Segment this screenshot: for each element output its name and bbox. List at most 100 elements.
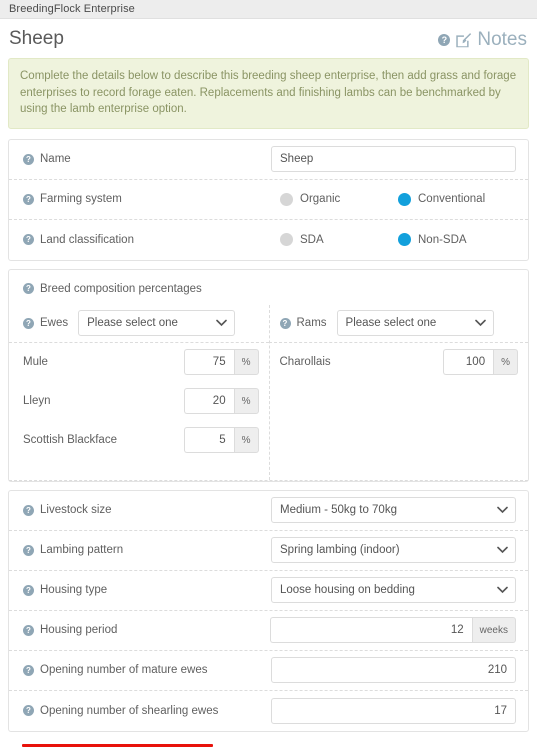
ewes-breed-select[interactable]: Please select one [78,310,236,336]
rams-select-row: ? Rams Please select one [268,305,528,343]
name-control [271,146,516,172]
lambing-pattern-select-wrap: Spring lambing (indoor) [271,537,516,563]
row-land-classification: ? Land classification SDA Non-SDA [9,220,528,260]
opening-shearling-ewes-input[interactable] [271,697,516,724]
rams-label-group: ? Rams [279,317,327,329]
ewes-breed-list: Mule % Lleyn % Scottish Blackface [9,343,269,480]
section-divider [9,479,528,481]
radio-non-sda-label: Non-SDA [418,233,467,246]
farming-system-radios: Organic Conventional [280,192,516,206]
row-opening-mature-ewes: ? Opening number of mature ewes [9,651,528,691]
breed-column-rams: ? Rams Please select one Charollais 100 … [268,305,529,480]
housing-type-select[interactable]: Loose housing on bedding [271,577,516,603]
page-header: Sheep ? Notes [0,19,537,56]
breed-percent-input[interactable] [443,349,494,375]
housing-type-control: Loose housing on bedding [271,577,516,603]
breed-composition-grid: ? Ewes Please select one Mule 75 % Lleyn… [9,304,529,480]
housing-period-group: weeks [269,617,516,643]
name-input[interactable] [271,146,516,172]
lambing-pattern-select[interactable]: Spring lambing (indoor) [271,537,516,563]
breadcrumb: BreedingFlock Enterprise [9,3,135,15]
row-livestock-size: ? Livestock size Medium - 50kg to 70kg [9,491,528,531]
breed-percent-input[interactable] [183,349,234,375]
breed-name: Lleyn [23,395,51,407]
breed-percent-group: % [443,349,518,375]
radio-dot-off-icon[interactable] [280,192,293,206]
percent-unit-addon: % [233,427,259,453]
housing-period-label: Housing period [40,624,118,636]
help-circle-icon[interactable]: ? [23,193,34,205]
radio-dot-on-icon[interactable] [398,233,411,246]
rams-breed-select-wrap: Please select one [336,310,494,336]
percent-unit-addon: % [233,388,259,414]
radio-organic-label: Organic [300,193,341,205]
livestock-size-select[interactable]: Medium - 50kg to 70kg [271,497,516,523]
info-alert: Complete the details below to describe t… [8,58,529,129]
breed-column-ewes: ? Ewes Please select one Mule 75 % Lleyn… [9,305,269,480]
notes-action[interactable]: ? Notes [438,30,527,50]
help-circle-icon[interactable]: ? [23,664,34,676]
help-circle-icon[interactable]: ? [23,544,34,556]
breed-name: Scottish Blackface [23,434,117,446]
breed-percent-group: % [183,427,259,453]
opening-mature-ewes-input[interactable] [271,657,516,683]
radio-conventional[interactable]: Conventional [398,192,516,206]
ewes-select-row: ? Ewes Please select one [9,305,269,343]
row-name: ? Name [9,140,528,180]
help-circle-icon[interactable]: ? [438,34,451,46]
opening-mature-ewes-label: Opening number of mature ewes [40,664,208,676]
land-classification-label: Land classification [40,233,134,246]
radio-conventional-label: Conventional [418,193,486,205]
breed-row: Lleyn % [23,382,259,421]
top-breadcrumb-bar: BreedingFlock Enterprise [0,0,537,19]
breed-percent-group: % [183,349,259,375]
row-housing-type: ? Housing type Loose housing on bedding [9,571,528,611]
help-circle-icon[interactable]: ? [23,153,34,165]
opening-mature-ewes-control [271,657,516,683]
help-circle-icon[interactable]: ? [279,317,291,329]
row-housing-period: ? Housing period weeks [9,611,528,651]
annotation-underline [22,744,213,747]
radio-organic[interactable]: Organic [280,192,398,206]
radio-sda-label: SDA [300,233,324,246]
breed-percent-input[interactable] [183,427,234,453]
help-circle-icon[interactable]: ? [23,584,34,596]
radio-dot-on-icon[interactable] [398,192,411,206]
help-circle-icon[interactable]: ? [23,283,34,294]
lambing-pattern-label: Lambing pattern [40,544,124,556]
housing-type-label-group: ? Housing type [23,584,107,596]
housing-period-label-group: ? Housing period [23,624,117,636]
breed-name: Charollais [279,356,331,368]
livestock-size-select-wrap: Medium - 50kg to 70kg [271,497,516,523]
breed-row: Scottish Blackface % [23,421,259,460]
help-circle-icon[interactable]: ? [23,624,34,636]
notes-label[interactable]: Notes [477,30,527,50]
edit-pencil-square-icon[interactable] [455,32,472,49]
radio-dot-off-icon[interactable] [280,233,293,246]
radio-sda[interactable]: SDA [280,233,398,246]
ewes-label: Ewes [40,317,69,329]
farming-system-label-group: ? Farming system [23,193,122,205]
livestock-size-label-group: ? Livestock size [23,504,112,516]
housing-type-select-wrap: Loose housing on bedding [271,577,516,603]
rams-breed-select[interactable]: Please select one [336,310,494,336]
help-circle-icon[interactable]: ? [23,317,34,329]
row-opening-shearling-ewes: ? Opening number of shearling ewes [9,691,528,731]
help-circle-icon[interactable]: ? [23,504,34,516]
help-circle-icon[interactable]: ? [23,705,34,716]
breed-composition-heading: Breed composition percentages [40,282,202,295]
percent-unit-addon: % [493,349,518,375]
breed-percent-group: % [183,388,259,414]
breed-percent-input[interactable] [183,388,234,414]
lambing-pattern-label-group: ? Lambing pattern [23,544,123,556]
percent-unit-addon: % [233,349,259,375]
radio-non-sda[interactable]: Non-SDA [398,233,516,246]
housing-period-input[interactable] [269,617,472,643]
rams-breed-list: Charollais % [269,343,529,480]
enterprise-details-panel: ? Name ? Farming system Organic Conventi… [8,138,529,261]
land-classification-label-group: ? Land classification [23,234,134,246]
opening-shearling-ewes-control [271,697,516,724]
help-circle-icon[interactable]: ? [23,234,34,245]
